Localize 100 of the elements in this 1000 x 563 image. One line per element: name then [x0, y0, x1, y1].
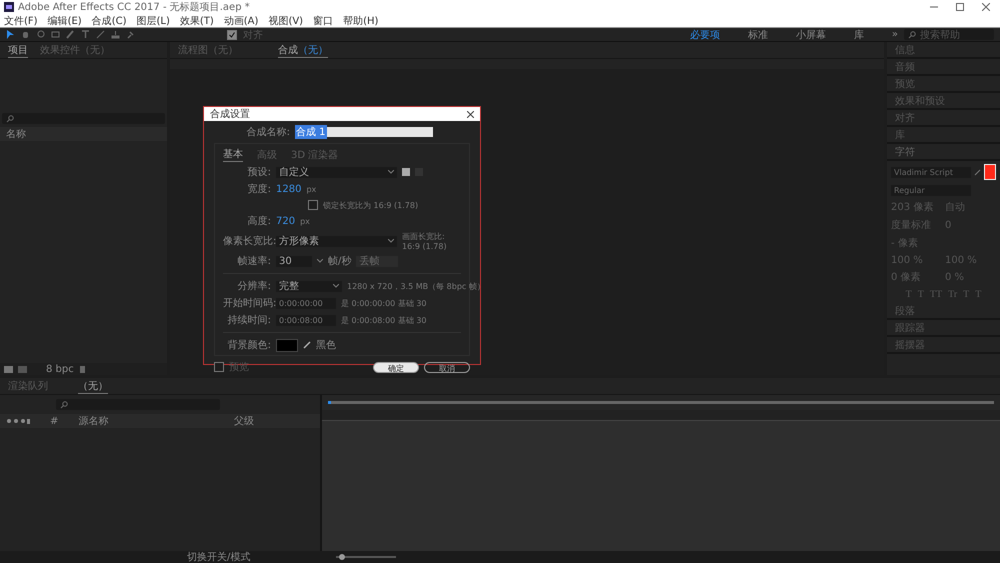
resolution-info: 1280 x 720，3.5 MB（每 8bpc 帧）	[347, 280, 485, 292]
pen-tool-icon[interactable]	[66, 30, 75, 39]
timecode-info: 是 0:00:00:00 基础 30	[341, 298, 427, 308]
project-search-field[interactable]	[2, 113, 165, 124]
panel-header[interactable]: 字符	[887, 144, 1000, 161]
maximize-icon[interactable]	[956, 3, 964, 11]
field-label: 宽度:	[248, 184, 271, 195]
pixel-aspect-dropdown[interactable]: 方形像素	[276, 236, 397, 246]
column-header: 父级	[234, 415, 254, 428]
composition-icon[interactable]	[18, 366, 27, 372]
zoom-tool-icon[interactable]	[36, 30, 45, 39]
eyedropper-icon[interactable]	[974, 168, 981, 176]
workspace-tab[interactable]: 库	[854, 28, 864, 42]
workspace-tab[interactable]: 小屏幕	[796, 28, 826, 42]
search-icon	[60, 400, 68, 408]
preset-dropdown[interactable]: 自定义	[276, 166, 397, 178]
folder-icon[interactable]	[4, 366, 13, 372]
settings-tab[interactable]: 3D 渲染器	[291, 148, 338, 162]
workspace-tab[interactable]: 标准	[748, 28, 768, 42]
pin-tool-icon[interactable]	[126, 30, 135, 39]
trash-icon[interactable]	[78, 365, 86, 373]
duration-field[interactable]: 0:00:08:00	[276, 314, 336, 326]
menu-item[interactable]: 编辑(E)	[48, 14, 82, 28]
close-icon[interactable]	[467, 110, 474, 118]
checkbox[interactable]	[214, 362, 224, 372]
menu-item[interactable]: 窗口	[313, 14, 334, 28]
unit-label: 帧/秒	[328, 254, 352, 268]
field-label: 像素长宽比:	[223, 236, 276, 247]
hand-tool-icon[interactable]	[21, 30, 30, 39]
selection-tool-icon[interactable]	[6, 30, 15, 39]
field-label: 开始时间码:	[223, 298, 276, 309]
stamp-tool-icon[interactable]	[111, 30, 120, 39]
field-label: 画面长宽比:	[402, 231, 446, 242]
settings-tab[interactable]: 基本	[223, 147, 243, 162]
eyedropper-icon[interactable]	[303, 341, 311, 349]
toggle-switches-mode-button[interactable]: 切换开关/模式	[187, 550, 250, 563]
caret-icon	[388, 170, 394, 174]
fill-color-swatch[interactable]	[984, 164, 996, 180]
caret-icon	[317, 259, 323, 263]
checkbox[interactable]	[227, 30, 237, 40]
frame-aspect-value: 16:9 (1.78)	[402, 242, 447, 251]
timeline-tab[interactable]: 渲染队列	[8, 379, 48, 393]
width-value[interactable]: 1280	[276, 184, 302, 194]
background-color-swatch[interactable]	[276, 338, 298, 352]
color-name: 黑色	[316, 339, 336, 352]
text-tool-icon[interactable]	[81, 30, 90, 39]
dialog-title: 合成设置	[210, 108, 250, 121]
visibility-icon[interactable]	[6, 418, 30, 424]
timecode-info: 是 0:00:08:00 基础 30	[341, 314, 427, 326]
bit-depth-label[interactable]: 8 bpc	[46, 364, 74, 374]
height-value[interactable]: 720	[276, 216, 296, 226]
field-label: 分辨率:	[238, 281, 271, 292]
menu-item[interactable]: 合成(C)	[92, 14, 126, 28]
composition-name-field[interactable]: 合成 1	[295, 127, 433, 137]
timeline-tab[interactable]: （无）	[78, 378, 108, 394]
cancel-button[interactable]: 取消	[424, 362, 470, 372]
close-icon[interactable]	[982, 3, 990, 11]
unit-label: px	[300, 216, 310, 226]
resolution-dropdown[interactable]: 完整	[276, 280, 342, 292]
menu-item[interactable]: 文件(F)	[4, 14, 38, 28]
checkbox-label: 预览	[229, 361, 249, 374]
field-label: 高度:	[248, 216, 271, 227]
zoom-slider-thumb[interactable]	[339, 554, 346, 560]
window-title: Adobe After Effects CC 2017 - 无标题项目.aep *	[18, 0, 250, 14]
font-style-dropdown[interactable]: Regular	[891, 184, 971, 196]
unit-label: px	[306, 184, 316, 194]
menu-item[interactable]: 效果(T)	[180, 14, 214, 28]
search-icon	[908, 30, 916, 38]
field-label: 持续时间:	[228, 315, 271, 326]
brush-tool-icon[interactable]	[96, 30, 105, 39]
frame-rate-field[interactable]: 30	[276, 256, 312, 266]
caret-icon	[388, 239, 394, 243]
layer-search-field[interactable]	[56, 399, 220, 410]
panel-tab[interactable]: 项目	[8, 42, 28, 58]
app-logo-icon	[4, 2, 14, 12]
menu-item[interactable]: 视图(V)	[268, 14, 304, 28]
search-icon	[6, 114, 14, 122]
workspace-tab[interactable]: 必要项	[690, 28, 720, 42]
start-timecode-field[interactable]: 0:00:00:00	[276, 298, 336, 308]
field-label: 帧速率:	[238, 256, 271, 267]
field-label: 背景颜色:	[228, 340, 271, 351]
help-search-field[interactable]: 搜索帮助	[904, 29, 994, 40]
menu-item[interactable]: 动画(A)	[224, 14, 258, 28]
viewer-tab[interactable]: 流程图（无）	[178, 43, 238, 57]
column-header: 源名称	[78, 415, 108, 428]
panel-tab[interactable]: 效果控件（无）	[40, 43, 110, 57]
field-label: 合成名称:	[246, 127, 290, 138]
ok-button[interactable]: 确定	[373, 362, 419, 372]
menu-item[interactable]: 帮助(H)	[343, 14, 378, 28]
checkbox[interactable]	[308, 200, 318, 210]
caret-icon	[333, 284, 339, 288]
rectangle-tool-icon[interactable]	[51, 30, 60, 39]
checkbox-label: 锁定长宽比为 16:9 (1.78)	[323, 200, 418, 210]
font-dropdown[interactable]: Vladimir Script	[891, 166, 971, 178]
settings-tab[interactable]: 高级	[257, 148, 277, 162]
menu-item[interactable]: 图层(L)	[136, 14, 170, 28]
column-header: 名称	[6, 128, 26, 141]
more-workspaces-button[interactable]: »	[892, 29, 898, 40]
viewer-tab[interactable]: 合成（无）	[278, 42, 328, 58]
field-label: 预设:	[248, 167, 271, 178]
